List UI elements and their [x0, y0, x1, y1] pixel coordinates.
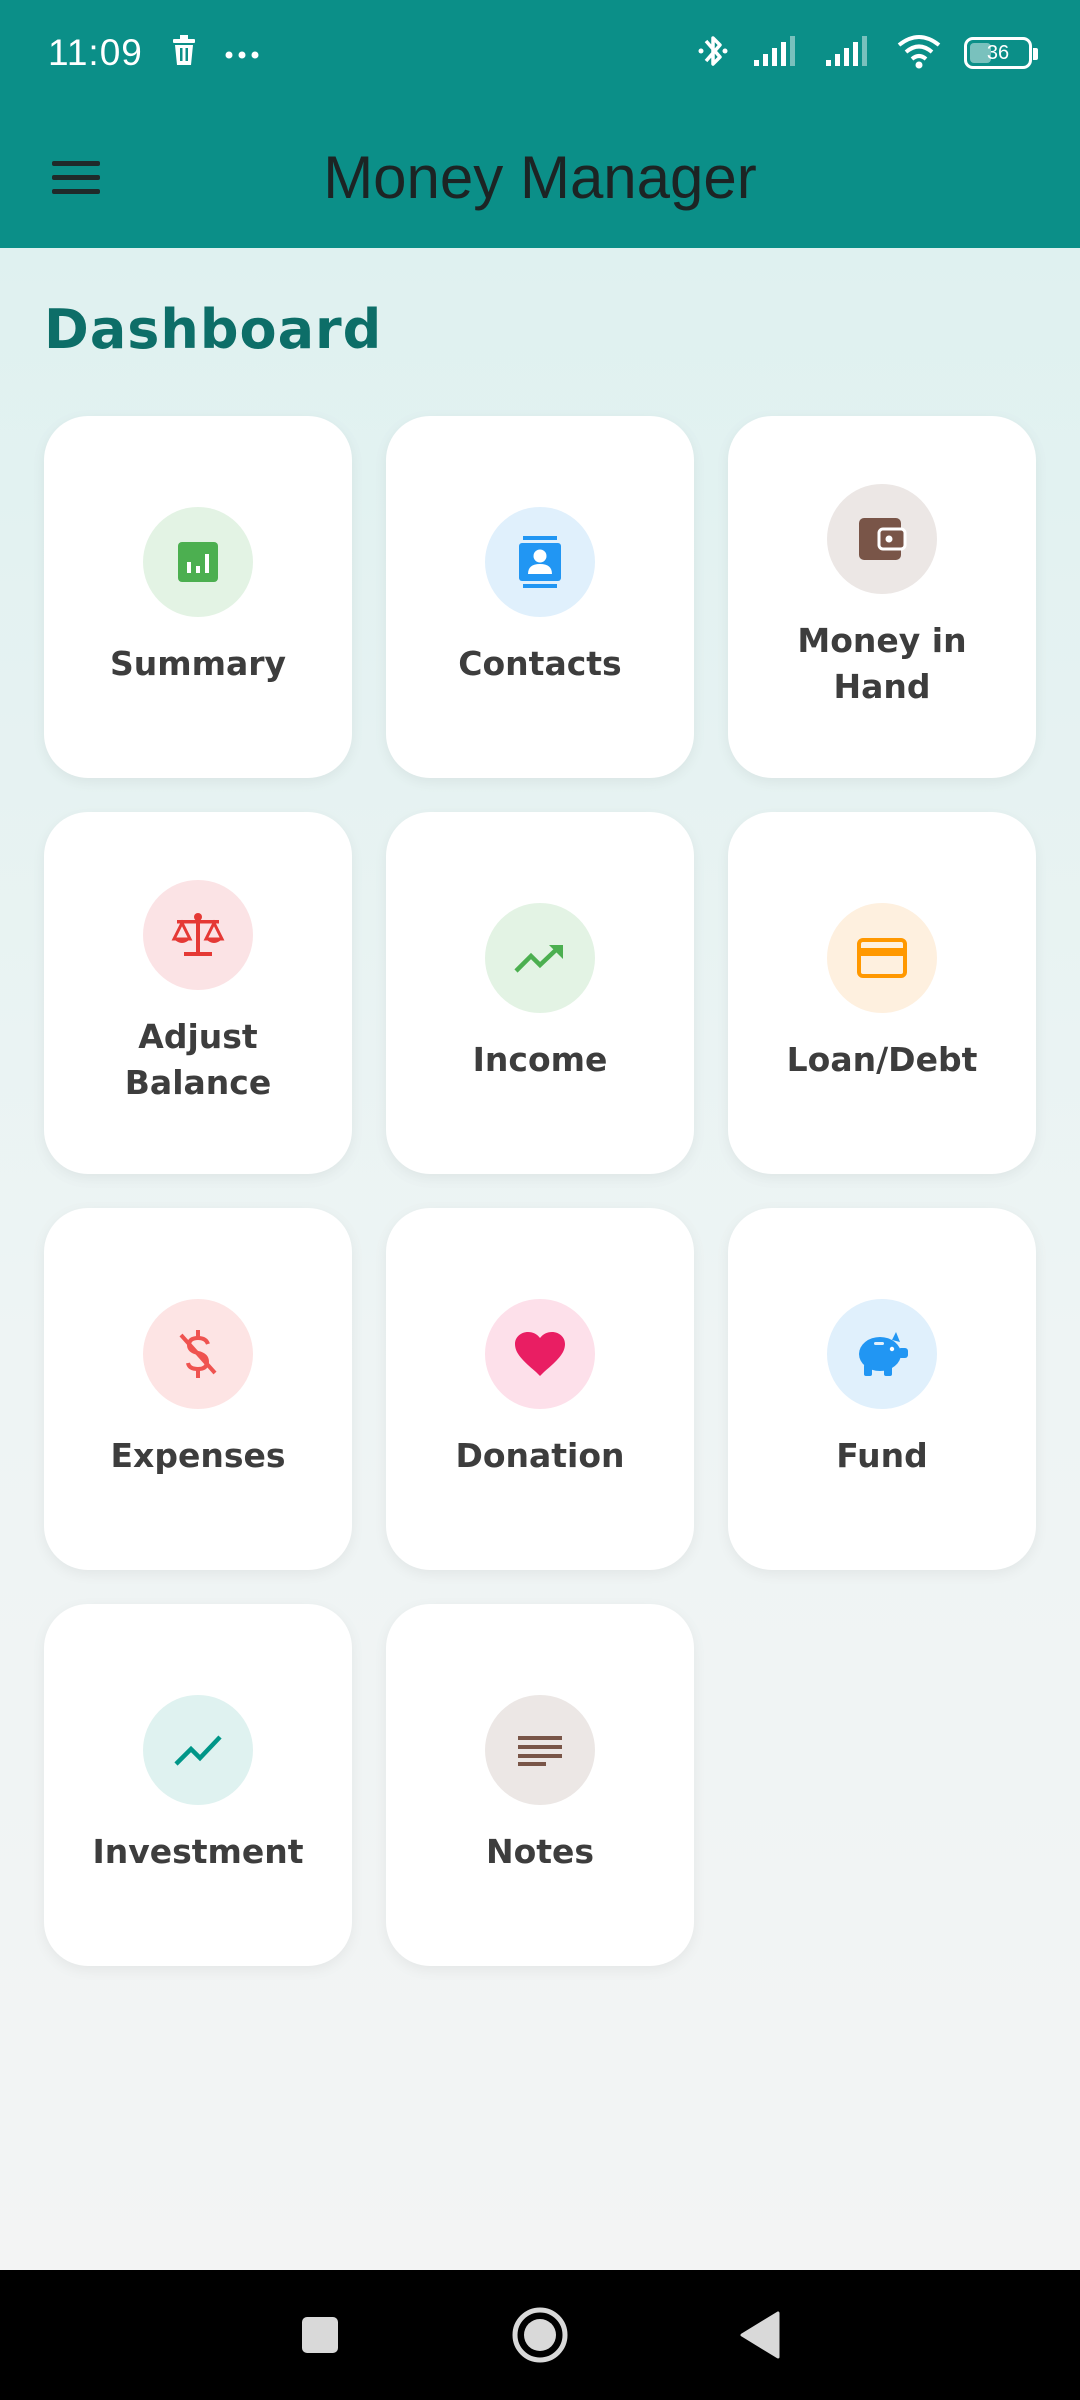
system-nav-bar: [0, 2270, 1080, 2400]
tile-money-in-hand[interactable]: Money in Hand: [728, 416, 1036, 778]
signal-icon: [752, 34, 802, 72]
tile-contacts[interactable]: Contacts: [386, 416, 694, 778]
wallet-icon: [827, 484, 937, 594]
battery-level: 36: [986, 41, 1010, 64]
tile-label: Summary: [109, 644, 287, 683]
status-right: 36: [696, 31, 1038, 75]
tile-donation[interactable]: Donation: [386, 1208, 694, 1570]
tile-fund[interactable]: Fund: [728, 1208, 1036, 1570]
page-title: Dashboard: [44, 298, 383, 361]
wifi-icon: [896, 33, 942, 73]
notes-icon: [485, 1695, 595, 1805]
tile-expenses[interactable]: Expenses: [44, 1208, 352, 1570]
tile-label: Donation: [455, 1436, 625, 1475]
app-bar: Money Manager: [0, 106, 1080, 248]
battery-icon: 36: [964, 37, 1038, 69]
summary-chart-icon: [143, 507, 253, 617]
tile-income[interactable]: Income: [386, 812, 694, 1174]
tile-label: Adjust Balance: [124, 1017, 272, 1102]
credit-card-icon: [827, 903, 937, 1013]
balance-scale-icon: [143, 880, 253, 990]
tile-loan-debt[interactable]: Loan/Debt: [728, 812, 1036, 1174]
dashboard-content: Dashboard Summary Contacts Money in Hand: [0, 248, 1080, 2270]
app-title: Money Manager: [323, 143, 757, 211]
tile-label: Expenses: [110, 1436, 286, 1475]
signal-icon: [824, 34, 874, 72]
bluetooth-icon: [696, 31, 730, 75]
recents-square-icon[interactable]: [285, 2300, 355, 2370]
delete-icon: [171, 35, 197, 71]
dashboard-grid: Summary Contacts Money in Hand Adjust Ba…: [44, 416, 1036, 1966]
tile-notes[interactable]: Notes: [386, 1604, 694, 1966]
home-circle-icon[interactable]: [505, 2300, 575, 2370]
back-triangle-icon[interactable]: [725, 2300, 795, 2370]
more-dots-icon: [225, 44, 259, 63]
tile-label: Money in Hand: [797, 621, 967, 706]
status-bar: 11:09 36: [0, 0, 1080, 106]
tile-label: Income: [472, 1040, 608, 1079]
investment-line-icon: [143, 1695, 253, 1805]
tile-label: Notes: [485, 1832, 595, 1871]
tile-label: Contacts: [458, 644, 622, 683]
tile-adjust-balance[interactable]: Adjust Balance: [44, 812, 352, 1174]
contacts-icon: [485, 507, 595, 617]
heart-icon: [485, 1299, 595, 1409]
trending-up-icon: [485, 903, 595, 1013]
tile-summary[interactable]: Summary: [44, 416, 352, 778]
status-time: 11:09: [48, 32, 143, 73]
tile-label: Loan/Debt: [786, 1040, 978, 1079]
hamburger-menu-icon[interactable]: [40, 144, 112, 210]
status-left: 11:09: [48, 32, 259, 74]
tile-label: Investment: [92, 1832, 304, 1871]
piggy-bank-icon: [827, 1299, 937, 1409]
tile-label: Fund: [836, 1436, 928, 1475]
money-off-icon: [143, 1299, 253, 1409]
tile-investment[interactable]: Investment: [44, 1604, 352, 1966]
